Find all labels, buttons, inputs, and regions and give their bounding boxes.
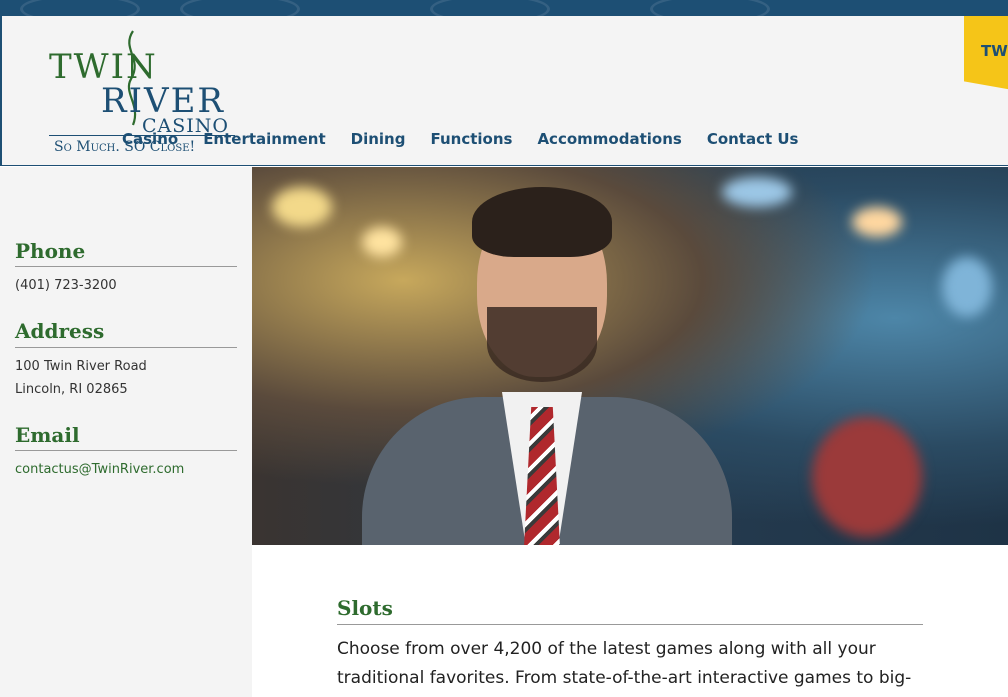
nav-dining[interactable]: Dining xyxy=(351,130,406,148)
promo-badge-text: TW xyxy=(981,42,1008,60)
intro-paragraph: Choose from over 4,200 of the latest gam… xyxy=(337,639,912,688)
address-heading: Address xyxy=(15,319,105,343)
phone-heading: Phone xyxy=(15,239,86,263)
nav-casino[interactable]: Casino xyxy=(122,130,178,148)
person-beard xyxy=(487,307,597,382)
site-header: TWIN RIVER CASINO So Much. SO Close! Cas… xyxy=(0,16,1008,166)
nav-contact-us[interactable]: Contact Us xyxy=(707,130,799,148)
main-content: Slots Choose from over 4,200 of the late… xyxy=(337,596,923,693)
email-divider xyxy=(15,450,237,451)
nav-functions[interactable]: Functions xyxy=(430,130,512,148)
email-heading: Email xyxy=(15,423,80,447)
contact-sidebar: Phone (401) 723-3200 Address 100 Twin Ri… xyxy=(0,167,252,697)
email-link[interactable]: contactus@TwinRiver.com xyxy=(15,462,184,477)
phone-divider xyxy=(15,266,237,267)
person-hair xyxy=(472,187,612,257)
promo-badge[interactable]: TW xyxy=(964,16,1008,92)
address-line2: Lincoln, RI 02865 xyxy=(15,382,128,397)
hero-photo xyxy=(252,167,1008,545)
main-nav: Casino Entertainment Dining Functions Ac… xyxy=(122,130,824,148)
page-title: Slots xyxy=(337,596,923,625)
nav-entertainment[interactable]: Entertainment xyxy=(203,130,325,148)
nav-accommodations[interactable]: Accommodations xyxy=(537,130,681,148)
phone-number: (401) 723-3200 xyxy=(15,278,117,293)
address-line1: 100 Twin River Road xyxy=(15,359,147,374)
top-bar xyxy=(0,0,1008,16)
address-divider xyxy=(15,347,237,348)
